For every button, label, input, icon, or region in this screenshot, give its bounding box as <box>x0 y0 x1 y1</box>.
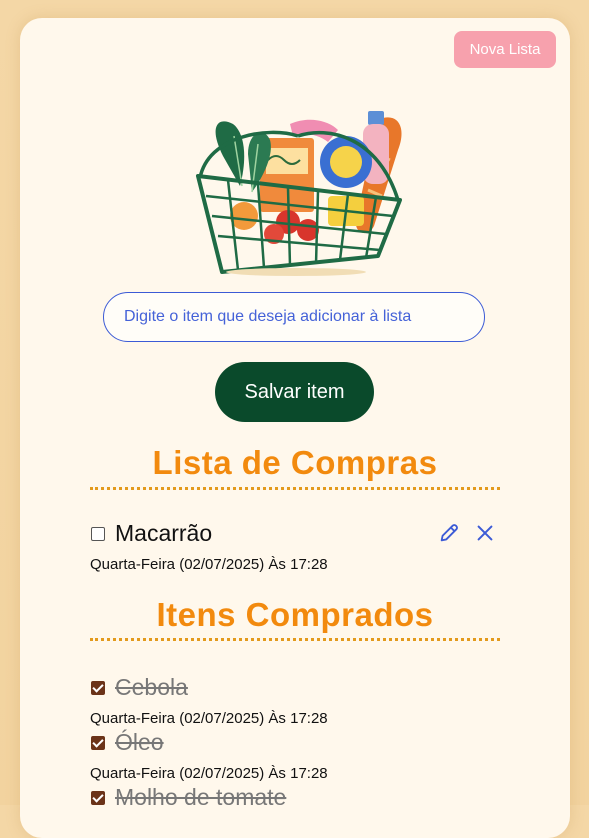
list-item: Molho de tomate <box>90 784 510 811</box>
close-icon[interactable] <box>474 522 496 544</box>
save-item-button[interactable]: Salvar item <box>215 362 374 422</box>
item-name: Molho de tomate <box>115 784 287 810</box>
item-date: Quarta-Feira (02/07/2025) Às 17:28 <box>90 556 328 573</box>
item-date: Quarta-Feira (02/07/2025) Às 17:28 <box>90 710 328 727</box>
bought-items-title: Itens Comprados <box>156 596 434 633</box>
item-input[interactable] <box>103 292 485 342</box>
item-date: Quarta-Feira (02/07/2025) Às 17:28 <box>90 765 328 782</box>
bought-items-divider <box>90 638 500 641</box>
list-item: Óleo Quarta-Feira (02/07/2025) Às 17:28 <box>90 729 510 782</box>
item-name: Óleo <box>115 729 164 755</box>
shopping-list-divider <box>90 487 500 490</box>
new-list-button[interactable]: Nova Lista <box>454 31 556 68</box>
list-item: Macarrão Quarta-Feira (02/07/2025) Às 17… <box>90 520 510 573</box>
item-checkbox-checked[interactable] <box>91 680 105 695</box>
shopping-list-title: Lista de Compras <box>152 444 438 481</box>
shopping-basket-illustration <box>196 111 402 276</box>
shopping-list-card: Nova Lista Salvar ite <box>20 18 570 838</box>
item-checkbox[interactable] <box>91 526 105 541</box>
list-item: Cebola Quarta-Feira (02/07/2025) Às 17:2… <box>90 674 510 727</box>
pencil-icon[interactable] <box>438 522 460 544</box>
item-checkbox-checked[interactable] <box>91 735 105 750</box>
item-checkbox-checked[interactable] <box>91 790 105 805</box>
item-name: Cebola <box>115 674 188 700</box>
item-name: Macarrão <box>115 520 213 546</box>
